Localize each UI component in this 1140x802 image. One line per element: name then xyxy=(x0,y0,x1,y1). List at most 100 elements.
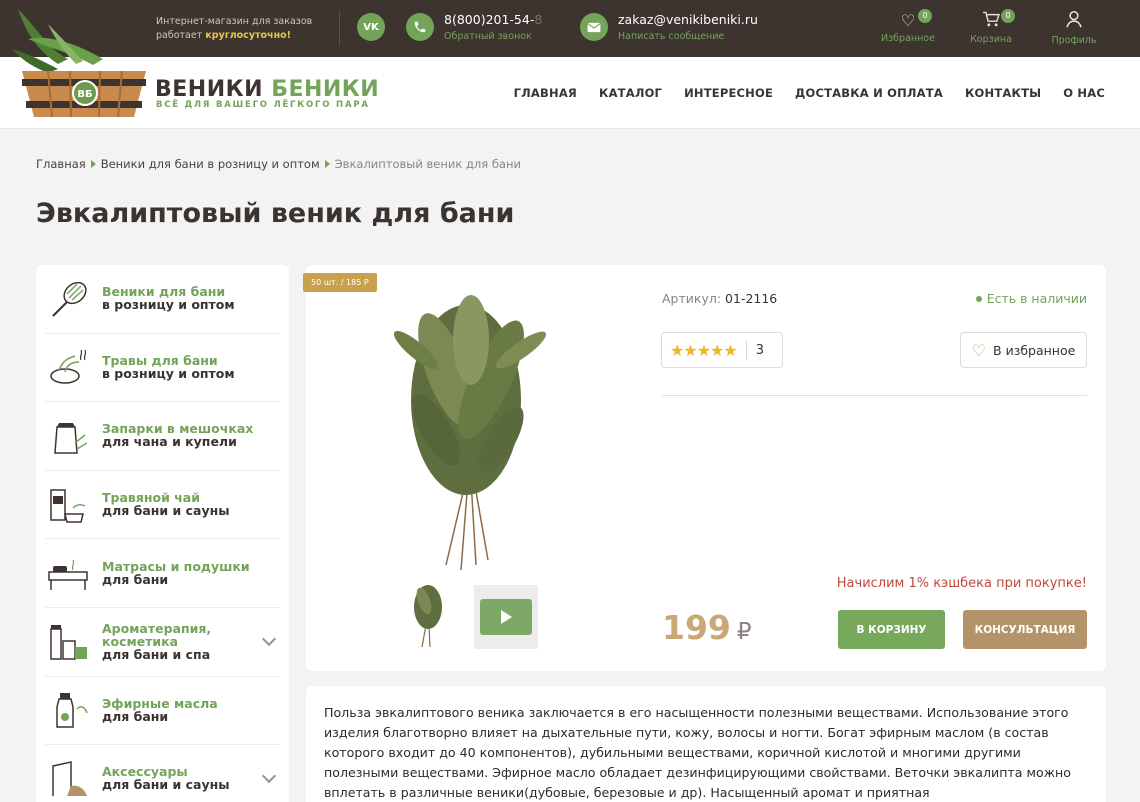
brand-name[interactable]: ВЕНИКИ БЕНИКИ xyxy=(155,77,379,102)
sidebar-item-oils[interactable]: Эфирные масла для бани xyxy=(45,677,280,746)
top-bar: Интернет-магазин для заказов работает кр… xyxy=(0,0,1140,57)
heart-icon: ♡ xyxy=(971,340,987,360)
site-header: ВБ ВЕНИКИ БЕНИКИ ВСЁ ДЛЯ ВАШЕГО ЛЁГКОГО … xyxy=(0,9,1140,129)
review-count: 3 xyxy=(755,342,764,358)
status-dot-icon xyxy=(975,295,982,302)
favorites-button-label: В избранное xyxy=(993,342,1076,358)
favorites-count-badge: 0 xyxy=(918,9,932,23)
sidebar-item-subtitle: в розницу и оптом xyxy=(102,365,235,381)
sidebar-item-subtitle: для бани и сауны xyxy=(102,503,230,519)
consultation-button[interactable]: КОНСУЛЬТАЦИЯ xyxy=(963,610,1087,649)
sku-label: Артикул: xyxy=(662,291,722,306)
cart-count-badge: 0 xyxy=(1001,9,1015,23)
cart-icon xyxy=(956,11,1026,32)
main-nav: ГЛАВНАЯ КАТАЛОГ ИНТЕРЕСНОЕ ДОСТАВКА И ОП… xyxy=(514,86,1105,100)
category-sidebar: Веники для бани в розницу и оптом Травы д… xyxy=(36,265,289,802)
sidebar-item-subtitle: для бани xyxy=(102,708,169,724)
product-main-image[interactable] xyxy=(376,280,556,570)
write-message-link[interactable]: Написать сообщение xyxy=(618,31,724,42)
phone-number[interactable]: 8(800)201-54-8 xyxy=(444,12,542,27)
sidebar-item-herbs[interactable]: Травы для бани в розницу и оптом xyxy=(45,334,280,403)
logo-badge-text: ВБ xyxy=(77,89,92,100)
wholesale-tag: 50 шт. / 185 Р xyxy=(303,273,377,292)
broom-icon xyxy=(52,281,87,317)
sidebar-item-mattress[interactable]: Матрасы и подушки для бани xyxy=(45,539,280,608)
chevron-down-icon[interactable] xyxy=(261,769,277,784)
user-icon xyxy=(1039,11,1109,33)
sidebar-item-title: Ароматерапия, косметика xyxy=(102,620,212,649)
divider xyxy=(339,11,340,46)
stock-text: Есть в наличии xyxy=(986,291,1087,306)
brand-part2: БЕНИКИ xyxy=(271,77,380,102)
sidebar-item-title: Матрасы и подушки xyxy=(102,558,250,574)
phone-visible: 8(800)201-54- xyxy=(444,12,535,27)
favorites-link[interactable]: ♡ 0 Избранное xyxy=(873,9,943,44)
play-icon xyxy=(500,610,512,624)
phone-faded: 8 xyxy=(534,12,543,27)
cart-link[interactable]: 0 Корзина xyxy=(956,9,1026,45)
breadcrumb-category[interactable]: Веники для бани в розницу и оптом xyxy=(101,157,320,171)
nav-about[interactable]: О НАС xyxy=(1063,86,1105,100)
sidebar-item-subtitle: в розницу и оптом xyxy=(102,297,235,313)
currency-sign: ₽ xyxy=(736,619,752,645)
add-to-cart-button[interactable]: В КОРЗИНУ xyxy=(838,610,945,649)
sidebar-item-brooms[interactable]: Веники для бани в розницу и оптом xyxy=(45,265,280,334)
sidebar-item-tea[interactable]: Травяной чай для бани и сауны xyxy=(45,471,280,540)
heart-icon: ♡ xyxy=(900,11,916,30)
sidebar-item-aroma[interactable]: Ароматерапия, косметика для бани и спа xyxy=(45,608,280,677)
product-description: Польза эвкалиптового веника заключается … xyxy=(306,686,1106,802)
breadcrumb-arrow-icon xyxy=(90,160,96,168)
sidebar-item-subtitle: для бани и спа xyxy=(102,646,211,662)
breadcrumb-arrow-icon xyxy=(324,160,330,168)
product-price: 199 ₽ xyxy=(662,608,752,647)
sidebar-item-subtitle: для бани и сауны xyxy=(102,777,230,793)
brand-part1: ВЕНИКИ xyxy=(155,77,264,102)
callback-link[interactable]: Обратный звонок xyxy=(444,31,532,42)
favorites-label: Избранное xyxy=(881,33,935,44)
herbs-icon xyxy=(50,350,87,385)
nav-contacts[interactable]: КОНТАКТЫ xyxy=(965,86,1041,100)
sidebar-item-title: Эфирные масла xyxy=(102,695,218,711)
star-rating-icon: ★★★★★ xyxy=(670,340,738,360)
video-thumbnail[interactable] xyxy=(474,585,538,649)
sidebar-item-title: Травы для бани xyxy=(102,352,218,368)
email-link[interactable]: zakaz@venikibeniki.ru xyxy=(618,12,758,27)
stock-status: Есть в наличии xyxy=(975,291,1087,306)
nav-interesting[interactable]: ИНТЕРЕСНОЕ xyxy=(684,86,773,100)
nav-delivery[interactable]: ДОСТАВКА И ОПЛАТА xyxy=(795,86,943,100)
mail-icon[interactable] xyxy=(580,13,608,41)
oil-icon xyxy=(56,693,88,729)
breadcrumb-home[interactable]: Главная xyxy=(36,157,86,171)
profile-link[interactable]: Профиль xyxy=(1039,11,1109,46)
sidebar-item-bags[interactable]: Запарки в мешочках для чана и купели xyxy=(45,402,280,471)
add-to-favorites-button[interactable]: ♡ В избранное xyxy=(960,332,1087,368)
cosmetics-icon xyxy=(50,624,87,660)
product-sku: Артикул: 01-2116 xyxy=(662,291,777,306)
tea-icon xyxy=(50,488,86,523)
vk-icon[interactable]: VK xyxy=(357,13,385,41)
sidebar-item-accessories[interactable]: Аксессуары для бани и сауны xyxy=(45,745,280,802)
hours-bold: круглосуточно! xyxy=(205,30,291,41)
vk-label: VK xyxy=(363,21,379,33)
cashback-note: Начислим 1% кэшбека при покупке! xyxy=(836,576,1087,591)
video-icon xyxy=(480,599,532,635)
nav-catalog[interactable]: КАТАЛОГ xyxy=(599,86,662,100)
divider xyxy=(745,340,747,360)
breadcrumb-current: Эвкалиптовый веник для бани xyxy=(334,157,521,171)
slogan: ВСЁ ДЛЯ ВАШЕГО ЛЁГКОГО ПАРА xyxy=(156,100,370,110)
hours-line1: Интернет-магазин для заказов xyxy=(156,16,313,27)
breadcrumb: Главная Веники для бани в розницу и опто… xyxy=(36,157,521,171)
sku-value: 01-2116 xyxy=(725,291,778,306)
sidebar-item-subtitle: для бани xyxy=(102,571,169,587)
profile-label: Профиль xyxy=(1051,35,1097,46)
product-rating[interactable]: ★★★★★ 3 xyxy=(661,332,783,368)
nav-home[interactable]: ГЛАВНАЯ xyxy=(514,86,577,100)
logo-tub-icon[interactable]: ВБ xyxy=(8,9,150,119)
product-thumbnail[interactable] xyxy=(402,583,454,649)
page-title: Эвкалиптовый веник для бани xyxy=(36,198,515,229)
mattress-icon xyxy=(48,559,88,591)
bag-icon xyxy=(54,422,88,454)
divider xyxy=(662,395,1087,396)
phone-icon[interactable] xyxy=(406,13,434,41)
cart-label: Корзина xyxy=(970,34,1012,45)
